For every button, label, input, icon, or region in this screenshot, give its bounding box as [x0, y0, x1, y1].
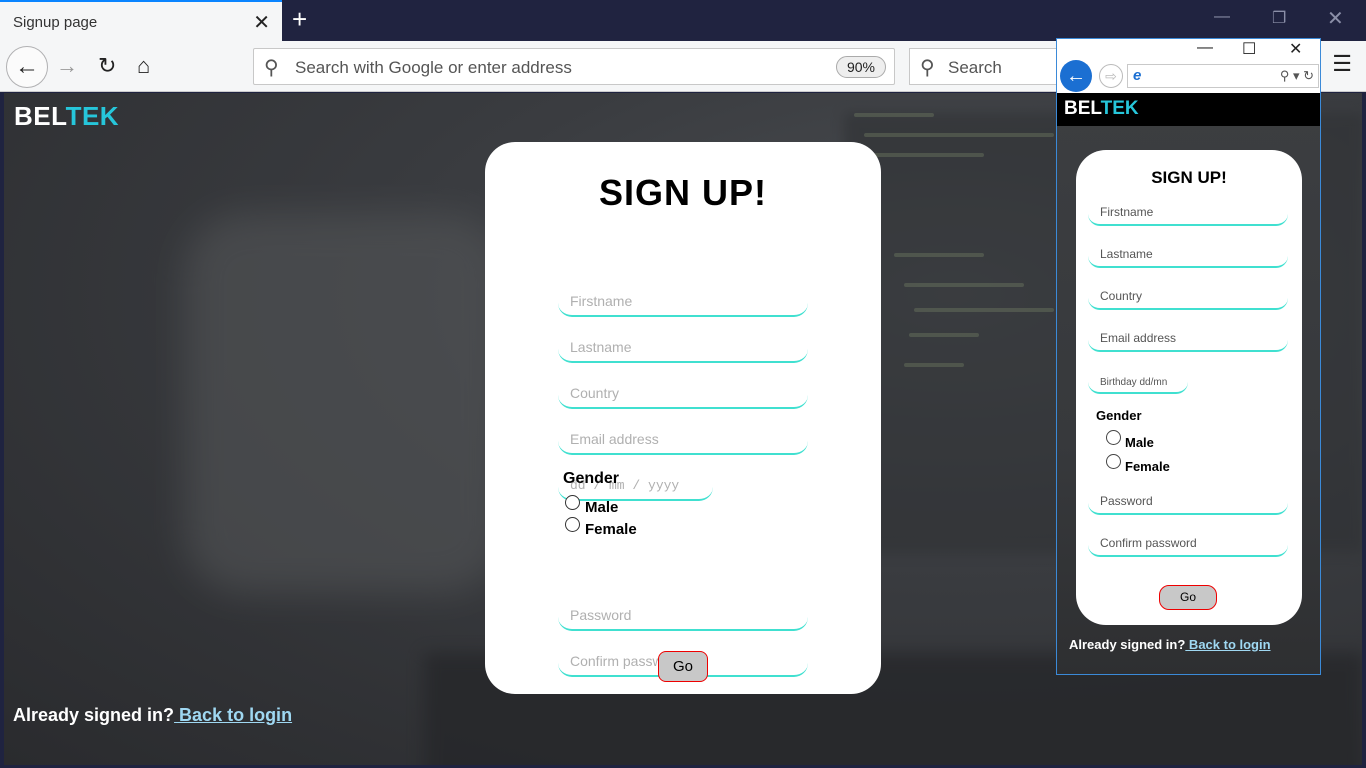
ie-password-field[interactable]: Password	[1088, 491, 1288, 515]
code-decoration	[904, 283, 1024, 287]
ie-confirm-password-field[interactable]: Confirm password	[1088, 533, 1288, 557]
radio-male[interactable]	[565, 495, 580, 510]
url-placeholder: Search with Google or enter address	[295, 58, 572, 77]
tab-title: Signup page	[13, 14, 98, 31]
back-button[interactable]: ←	[6, 46, 48, 88]
ie-country-field[interactable]: Country	[1088, 286, 1288, 310]
gender-option-male[interactable]: Male	[565, 495, 618, 516]
password-field[interactable]	[558, 601, 808, 631]
ie-page-title: SIGN UP!	[1151, 168, 1227, 187]
logo-part1: BEL	[14, 101, 66, 131]
ie-gender-option-male[interactable]: Male	[1106, 430, 1154, 450]
ie-minimize-icon[interactable]: —	[1197, 39, 1213, 57]
url-bar[interactable]: ⚲ Search with Google or enter address 90…	[253, 48, 895, 85]
firstname-field[interactable]	[558, 287, 808, 317]
page-title: SIGN UP!	[598, 172, 767, 213]
ie-search-refresh-icon[interactable]: ⚲ ▾ ↻	[1280, 68, 1314, 84]
ie-gender-option-female[interactable]: Female	[1106, 454, 1170, 474]
ie-go-button[interactable]: Go	[1159, 585, 1217, 610]
search-icon: ⚲	[920, 57, 935, 79]
back-arrow-icon: ←	[15, 53, 39, 80]
close-window-icon[interactable]: ✕	[1327, 6, 1344, 31]
search-icon: ⚲	[264, 57, 279, 79]
ie-back-button[interactable]: ←	[1060, 60, 1092, 92]
background-blur	[184, 213, 504, 593]
ie-logo-part1: BEL	[1064, 98, 1101, 119]
ie-already-signed-in: Already signed in? Back to login	[1069, 637, 1271, 652]
home-icon[interactable]: ⌂	[137, 53, 150, 79]
hamburger-menu-icon[interactable]: ☰	[1332, 51, 1352, 77]
signup-card: SIGN UP! Gender Male Female Go	[485, 142, 881, 694]
ie-back-to-login-link[interactable]: Back to login	[1185, 637, 1271, 652]
code-decoration	[909, 333, 979, 337]
already-signed-in: Already signed in? Back to login	[13, 705, 292, 726]
ie-radio-label-female: Female	[1125, 459, 1170, 474]
code-decoration	[874, 153, 984, 157]
gender-label: Gender	[563, 470, 620, 487]
tab-bar: Signup page ✕ + — ❐ ✕	[0, 0, 1366, 41]
ie-header: BELTEK	[1057, 93, 1320, 126]
ie-logo-icon: e	[1133, 67, 1142, 84]
ie-nav-bar: ← ⇨ e ⚲ ▾ ↻	[1057, 58, 1320, 93]
code-decoration	[864, 133, 1054, 137]
ie-lastname-field[interactable]: Lastname	[1088, 244, 1288, 268]
logo-part2: TEK	[65, 101, 120, 131]
close-tab-icon[interactable]: ✕	[253, 10, 270, 35]
gender-option-female[interactable]: Female	[565, 517, 637, 538]
already-text: Already signed in?	[13, 705, 175, 725]
radio-label-female: Female	[585, 521, 637, 538]
logo: BELTEK	[14, 101, 119, 132]
ie-window: — ☐ ✕ ← ⇨ e ⚲ ▾ ↻ BELTEK SIGN UP! Firstn…	[1056, 38, 1321, 675]
ie-radio-female[interactable]	[1106, 454, 1121, 469]
ie-logo-part2: TEK	[1100, 98, 1139, 119]
ie-birthday-field[interactable]: Birthday dd/mn	[1088, 370, 1188, 394]
ie-email-field[interactable]: Email address	[1088, 328, 1288, 352]
go-button[interactable]: Go	[658, 651, 708, 682]
new-tab-button[interactable]: +	[292, 4, 307, 35]
country-field[interactable]	[558, 379, 808, 409]
back-to-login-link[interactable]: Back to login	[174, 705, 292, 725]
ie-address-bar[interactable]: e ⚲ ▾ ↻	[1127, 64, 1319, 88]
lastname-field[interactable]	[558, 333, 808, 363]
radio-label-male: Male	[585, 499, 619, 516]
forward-icon[interactable]: →	[56, 53, 78, 79]
email-field[interactable]	[558, 425, 808, 455]
code-decoration	[854, 113, 934, 117]
ie-maximize-icon[interactable]: ☐	[1242, 39, 1256, 59]
search-placeholder: Search	[948, 58, 1002, 77]
ie-close-icon[interactable]: ✕	[1289, 39, 1302, 59]
ie-page-content: BELTEK SIGN UP! Firstname Lastname Count…	[1057, 93, 1320, 674]
ie-radio-male[interactable]	[1106, 430, 1121, 445]
zoom-indicator[interactable]: 90%	[835, 56, 886, 78]
ie-logo: BELTEK	[1064, 98, 1139, 120]
ie-already-text: Already signed in?	[1069, 637, 1186, 652]
ie-gender-label: Gender	[1096, 408, 1142, 423]
restore-icon[interactable]: ❐	[1272, 8, 1286, 28]
ie-radio-label-male: Male	[1125, 435, 1154, 450]
tab-signup[interactable]: Signup page ✕	[0, 0, 282, 41]
reload-icon[interactable]: ↻	[98, 53, 116, 79]
ie-forward-button[interactable]: ⇨	[1099, 64, 1123, 88]
ie-signup-card: SIGN UP! Firstname Lastname Country Emai…	[1076, 150, 1302, 625]
ie-title-bar: — ☐ ✕	[1057, 39, 1320, 58]
code-decoration	[904, 363, 964, 367]
code-decoration	[894, 253, 984, 257]
minimize-icon[interactable]: —	[1214, 8, 1230, 26]
ie-firstname-field[interactable]: Firstname	[1088, 202, 1288, 226]
radio-female[interactable]	[565, 517, 580, 532]
code-decoration	[914, 308, 1054, 312]
